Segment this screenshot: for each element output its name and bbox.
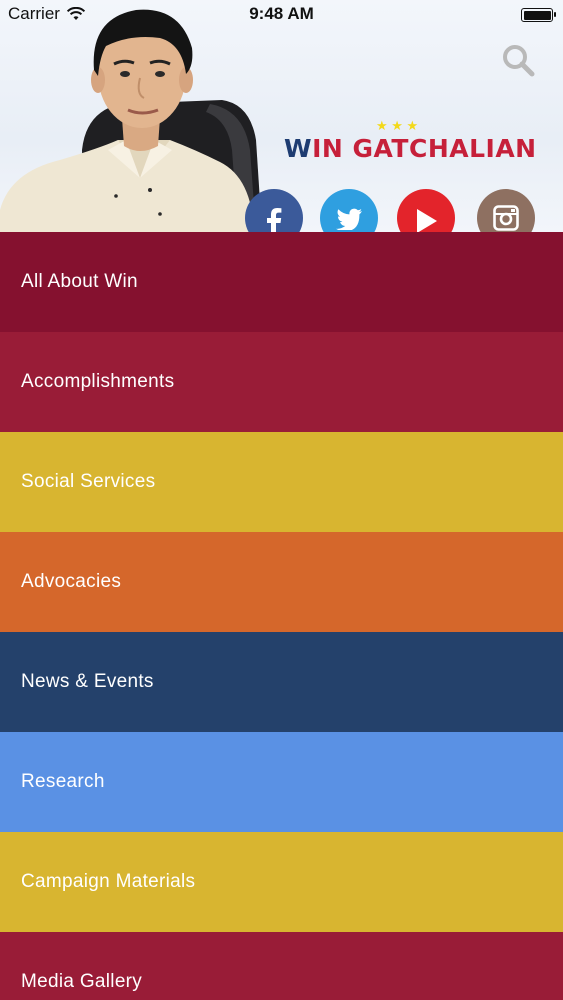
header-hero: Carrier 9:48 AM ★ ★ ★ WIN GATCHALIAN: [0, 0, 563, 232]
youtube-button[interactable]: [397, 189, 455, 232]
menu-item-label: News & Events: [21, 671, 154, 692]
logo: ★ ★ ★ WIN GATCHALIAN: [284, 118, 537, 164]
menu-item-label: Social Services: [21, 471, 156, 492]
facebook-button[interactable]: [245, 189, 303, 232]
menu-item-label: Accomplishments: [21, 371, 175, 392]
youtube-icon: [417, 209, 437, 232]
status-bar: Carrier 9:48 AM: [0, 0, 563, 30]
menu-item-label: Research: [21, 771, 105, 792]
main-menu: All About Win Accomplishments Social Ser…: [0, 232, 563, 1000]
logo-text-rest: IN GATCHALIAN: [312, 134, 537, 163]
menu-item-research[interactable]: Research: [0, 732, 563, 832]
menu-item-media-gallery[interactable]: Media Gallery: [0, 932, 563, 1000]
menu-item-accomplishments[interactable]: Accomplishments: [0, 332, 563, 432]
menu-item-label: Media Gallery: [21, 971, 143, 992]
menu-item-label: All About Win: [21, 271, 138, 292]
menu-item-advocacies[interactable]: Advocacies: [0, 532, 563, 632]
menu-item-social-services[interactable]: Social Services: [0, 432, 563, 532]
menu-item-news-events[interactable]: News & Events: [0, 632, 563, 732]
instagram-icon: [493, 205, 519, 231]
logo-text: WIN GATCHALIAN: [284, 134, 537, 163]
twitter-icon: [336, 208, 362, 230]
battery-icon: [521, 8, 556, 22]
candidate-portrait: [0, 9, 262, 232]
twitter-button[interactable]: [320, 189, 378, 232]
instagram-button[interactable]: [477, 189, 535, 232]
menu-item-label: Advocacies: [21, 571, 122, 592]
menu-item-campaign-materials[interactable]: Campaign Materials: [0, 832, 563, 932]
menu-item-all-about-win[interactable]: All About Win: [0, 232, 563, 332]
facebook-icon: [267, 208, 282, 232]
logo-text-w: W: [284, 134, 313, 163]
status-time: 9:48 AM: [249, 4, 314, 23]
logo-stars: ★ ★ ★: [376, 118, 419, 133]
search-icon[interactable]: [500, 42, 536, 78]
menu-item-label: Campaign Materials: [21, 871, 196, 892]
